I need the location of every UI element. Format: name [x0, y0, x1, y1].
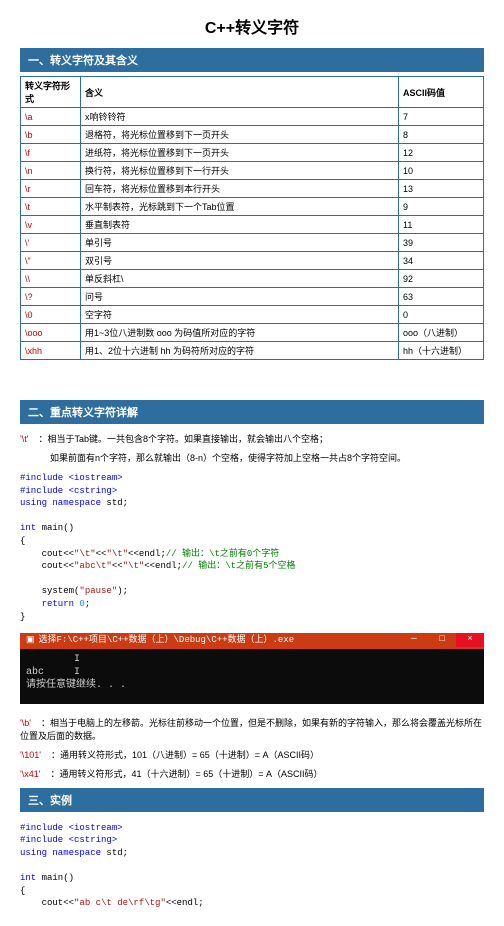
col-form: 转义字符形式 — [21, 77, 81, 108]
cell-meaning: x响铃铃符 — [81, 108, 399, 126]
cell-ascii: 0 — [399, 306, 484, 324]
cell-meaning: 空字符 — [81, 306, 399, 324]
cell-ascii: 10 — [399, 162, 484, 180]
cell-form: \a — [21, 108, 81, 126]
table-row: \\单反斜杠\92 — [21, 270, 484, 288]
cell-meaning: 单引号 — [81, 234, 399, 252]
desc-t-line1: '\t' ：相当于Tab键。一共包含8个字符。如果直接输出，就会输出八个空格； — [20, 428, 484, 447]
table-row: \'单引号39 — [21, 234, 484, 252]
cell-form: \b — [21, 126, 81, 144]
section3-header: 三、实例 — [20, 788, 484, 812]
cell-form: \v — [21, 216, 81, 234]
esc-101: '\101' — [20, 750, 41, 760]
section2-header: 二、重点转义字符详解 — [20, 400, 484, 424]
col-ascii: ASCII码值 — [399, 77, 484, 108]
table-row: \r回车符，将光标位置移到本行开头13 — [21, 180, 484, 198]
cell-meaning: 双引号 — [81, 252, 399, 270]
cell-ascii: 92 — [399, 270, 484, 288]
cell-meaning: 换行符，将光标位置移到下一行开头 — [81, 162, 399, 180]
cell-ascii: 34 — [399, 252, 484, 270]
cell-ascii: hh（十六进制） — [399, 342, 484, 360]
desc-t-text1: ：相当于Tab键。一共包含8个字符。如果直接输出，就会输出八个空格； — [38, 434, 328, 444]
desc-b-line: '\b'：相当于电脑上的左移箭。光标往前移动一个位置，但是不删除，如果有新的字符… — [20, 712, 484, 744]
table-row: \b退格符，将光标位置移到下一页开头8 — [21, 126, 484, 144]
table-row: \v垂直制表符11 — [21, 216, 484, 234]
table-row: \f进纸符，将光标位置移到下一页开头12 — [21, 144, 484, 162]
cell-meaning: 回车符，将光标位置移到本行开头 — [81, 180, 399, 198]
table-row: \n换行符，将光标位置移到下一行开头10 — [21, 162, 484, 180]
cell-ascii: 7 — [399, 108, 484, 126]
minimize-button[interactable]: ─ — [400, 633, 428, 647]
maximize-button[interactable]: □ — [428, 633, 456, 647]
cell-meaning: 进纸符，将光标位置移到下一页开头 — [81, 144, 399, 162]
console-output: I abc I 请按任意键继续. . . — [20, 649, 484, 704]
table-row: \0空字符0 — [21, 306, 484, 324]
esc-x41: '\x41' — [20, 769, 40, 779]
desc-101-line: '\101' ：通用转义符形式，101（八进制）= 65（十进制）= A（ASCI… — [20, 744, 484, 763]
cell-meaning: 退格符，将光标位置移到下一页开头 — [81, 126, 399, 144]
cell-form: \" — [21, 252, 81, 270]
desc-t-line2: 如果前面有n个字符，那么就输出（8-n）个空格，使得字符加上空格一共占8个字符空… — [20, 447, 484, 466]
table-header-row: 转义字符形式 含义 ASCII码值 — [21, 77, 484, 108]
section1-header: 一、转义字符及其含义 — [20, 48, 484, 72]
col-meaning: 含义 — [81, 77, 399, 108]
cell-ascii: 12 — [399, 144, 484, 162]
code-example-1: #include <iostream> #include <cstring> u… — [20, 466, 484, 629]
cell-meaning: 用1、2位十六进制 hh 为码符所对应的字符 — [81, 342, 399, 360]
table-row: \"双引号34 — [21, 252, 484, 270]
cell-ascii: 8 — [399, 126, 484, 144]
cell-form: \ooo — [21, 324, 81, 342]
cell-ascii: 39 — [399, 234, 484, 252]
cell-ascii: ooo（八进制） — [399, 324, 484, 342]
cell-ascii: 11 — [399, 216, 484, 234]
cell-form: \\ — [21, 270, 81, 288]
cell-form: \r — [21, 180, 81, 198]
esc-b: '\b' — [20, 718, 31, 728]
esc-t: '\t' — [20, 434, 28, 444]
table-row: \xhh用1、2位十六进制 hh 为码符所对应的字符hh（十六进制） — [21, 342, 484, 360]
desc-x41-line: '\x41' ：通用转义符形式，41（十六进制）= 65（十进制）= A（ASCI… — [20, 763, 484, 782]
cell-meaning: 水平制表符，光标跳到下一个Tab位置 — [81, 198, 399, 216]
table-row: \?问号63 — [21, 288, 484, 306]
cell-ascii: 13 — [399, 180, 484, 198]
table-row: \ooo用1~3位八进制数 ooo 为码值所对应的字符ooo（八进制） — [21, 324, 484, 342]
table-row: \t水平制表符，光标跳到下一个Tab位置9 — [21, 198, 484, 216]
page-title: C++转义字符 — [20, 0, 484, 48]
cell-meaning: 问号 — [81, 288, 399, 306]
table-row: \ax响铃铃符7 — [21, 108, 484, 126]
desc-x41-text: ：通用转义符形式，41（十六进制）= 65（十进制）= A（ASCII码） — [50, 769, 322, 779]
cell-form: \f — [21, 144, 81, 162]
cell-meaning: 垂直制表符 — [81, 216, 399, 234]
cell-form: \0 — [21, 306, 81, 324]
cell-form: \n — [21, 162, 81, 180]
escape-char-table: 转义字符形式 含义 ASCII码值 \ax响铃铃符7\b退格符，将光标位置移到下… — [20, 76, 484, 360]
cell-form: \' — [21, 234, 81, 252]
close-button[interactable]: × — [456, 633, 484, 647]
cell-ascii: 63 — [399, 288, 484, 306]
console-title-text: 选择F:\C++项目\C++数据（上）\Debug\C++数据（上）.exe — [39, 635, 295, 647]
desc-b-text: ：相当于电脑上的左移箭。光标往前移动一个位置，但是不删除，如果有新的字符输入，那… — [20, 718, 482, 741]
cell-form: \? — [21, 288, 81, 306]
cell-form: \t — [21, 198, 81, 216]
cell-ascii: 9 — [399, 198, 484, 216]
console-icon: ▣ — [26, 635, 35, 647]
desc-101-text: ：通用转义符形式，101（八进制）= 65（十进制）= A（ASCII码） — [51, 750, 319, 760]
code-example-2: #include <iostream> #include <cstring> u… — [20, 816, 484, 916]
cell-meaning: 单反斜杠\ — [81, 270, 399, 288]
cell-meaning: 用1~3位八进制数 ooo 为码值所对应的字符 — [81, 324, 399, 342]
cell-form: \xhh — [21, 342, 81, 360]
console-window: ▣ 选择F:\C++项目\C++数据（上）\Debug\C++数据（上）.exe… — [20, 633, 484, 704]
